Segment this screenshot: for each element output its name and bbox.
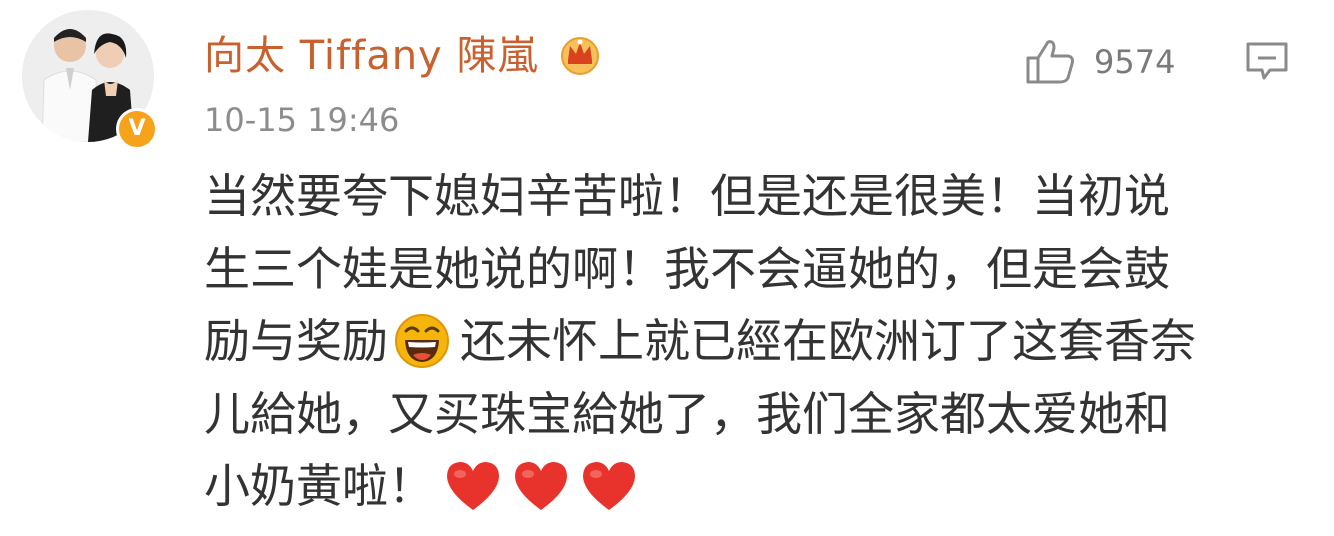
comment-line: 当然要夸下媳妇辛苦啦！但是还是很美！当初说 bbox=[204, 169, 1170, 223]
username[interactable]: 向太 Tiffany 陳嵐 bbox=[204, 30, 538, 82]
like-count: 9574 bbox=[1094, 43, 1176, 81]
heart-emoji-icon bbox=[447, 461, 499, 510]
heart-emoji-icon bbox=[583, 461, 635, 510]
laughing-emoji-icon bbox=[395, 313, 449, 368]
comment-segment: 小奶黃啦！ bbox=[204, 459, 434, 513]
verified-badge-icon: V bbox=[116, 108, 158, 150]
comment-segment: 还未怀上就已經在欧洲订了这套香奈 bbox=[460, 314, 1196, 368]
thumbs-up-icon[interactable] bbox=[1024, 36, 1076, 86]
heart-emoji-icon bbox=[515, 461, 567, 510]
comment-text: 当然要夸下媳妇辛苦啦！但是还是很美！当初说 生三个娃是她说的啊！我不会逼她的，但… bbox=[204, 160, 1284, 523]
comment-line: 儿給她，又买珠宝給她了，我们全家都太爱她和 bbox=[204, 386, 1170, 441]
comment-icon[interactable] bbox=[1244, 40, 1290, 82]
comment-line: 励与奖励 还未怀上就已經在欧洲订了这套香奈 bbox=[204, 305, 1284, 378]
comment-line: 生三个娃是她说的啊！我不会逼她的，但是会鼓 bbox=[204, 241, 1170, 296]
crown-icon bbox=[561, 37, 599, 75]
comment-segment: 励与奖励 bbox=[204, 314, 388, 368]
timestamp: 10-15 19:46 bbox=[204, 101, 400, 139]
comment-line: 小奶黃啦！ bbox=[204, 450, 1284, 523]
